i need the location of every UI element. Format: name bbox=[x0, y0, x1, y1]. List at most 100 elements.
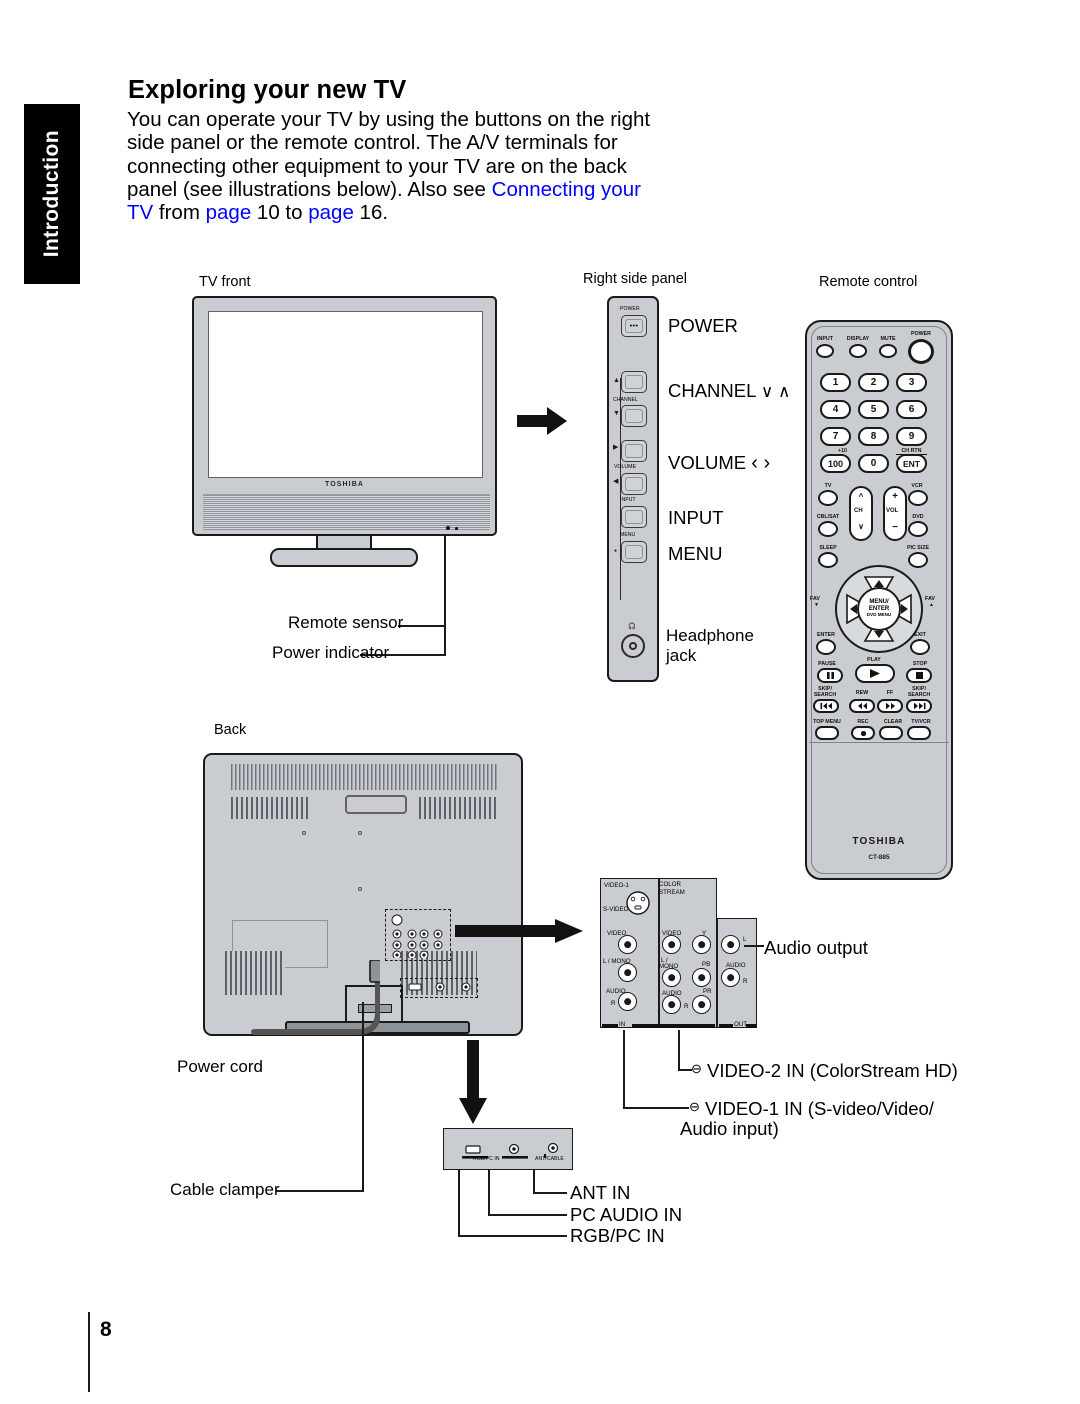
remote-brand-logo: TOSHIBA bbox=[852, 836, 906, 847]
cs-pb-jack bbox=[692, 968, 711, 987]
link-page-16-word[interactable]: page bbox=[308, 201, 354, 224]
intro-paragraph: You can operate your TV by using the but… bbox=[127, 108, 672, 224]
remote-cbl-sat-label: CBL/SAT bbox=[816, 514, 840, 520]
tv-back-top-vent bbox=[231, 764, 499, 790]
side-panel-menu-button[interactable] bbox=[621, 541, 647, 563]
tv-front-stand-base bbox=[270, 548, 418, 567]
remote-key-4[interactable]: 4 bbox=[820, 400, 851, 419]
callout-line-cable-clamper-vertical bbox=[362, 1002, 364, 1192]
channel-up-chevron-icon: ^ bbox=[858, 492, 864, 501]
remote-cbl-sat-button[interactable] bbox=[818, 521, 838, 537]
headphone-icon: 🎧 bbox=[628, 623, 636, 630]
callout-line-ant-horizontal bbox=[533, 1192, 567, 1194]
callout-line-front-vertical bbox=[444, 534, 446, 656]
side-panel-volume-down-button[interactable] bbox=[621, 473, 647, 495]
remote-key-2[interactable]: 2 bbox=[858, 373, 889, 392]
remote-pause-button[interactable] bbox=[817, 668, 843, 683]
side-panel-power-button[interactable]: ••• bbox=[621, 315, 647, 337]
in-bar-left bbox=[602, 1024, 618, 1028]
audio-out-l-label: L bbox=[743, 936, 747, 943]
remote-mute-button[interactable] bbox=[879, 344, 897, 358]
remote-model-number: CT-885 bbox=[868, 854, 890, 861]
remote-key-9[interactable]: 9 bbox=[896, 427, 927, 446]
remote-dvd-label: DVD bbox=[912, 514, 924, 520]
tv-back-screw-3 bbox=[358, 887, 362, 891]
side-panel-channel-down-button[interactable] bbox=[621, 405, 647, 427]
remote-key-3[interactable]: 3 bbox=[896, 373, 927, 392]
remote-power-button[interactable] bbox=[908, 339, 934, 364]
channel-down-chevron-icon: ∨ bbox=[858, 522, 864, 531]
channel-down-arrow-icon: ▼ bbox=[613, 410, 620, 417]
remote-mute-label: MUTE bbox=[880, 336, 896, 342]
remote-dvd-button[interactable] bbox=[908, 521, 928, 537]
power-cord bbox=[251, 960, 380, 1035]
remote-tv-vcr-button[interactable] bbox=[907, 726, 931, 740]
callout-line-pc-audio-vertical bbox=[488, 1170, 490, 1215]
remote-top-menu-label: TOP MENU bbox=[813, 719, 841, 725]
side-panel-volume-up-button[interactable] bbox=[621, 440, 647, 462]
tv-back-handle bbox=[345, 795, 407, 814]
remote-key-8[interactable]: 8 bbox=[858, 427, 889, 446]
caption-tv-front: TV front bbox=[199, 274, 251, 290]
remote-menu-enter-button[interactable]: MENU/ ENTER DVD MENU bbox=[857, 587, 901, 631]
remote-skip-left-line2: SEARCH bbox=[813, 692, 837, 698]
remote-stop-button[interactable] bbox=[906, 668, 932, 683]
remote-clear-button[interactable] bbox=[879, 726, 903, 740]
remote-vcr-button[interactable] bbox=[908, 490, 928, 506]
callout-audio-output: Audio output bbox=[764, 937, 868, 958]
remote-stop-label: STOP bbox=[912, 661, 928, 667]
remote-key-0[interactable]: 0 bbox=[858, 454, 889, 473]
remote-play-label: PLAY bbox=[867, 657, 881, 663]
stop-icon bbox=[915, 672, 923, 679]
skip-back-icon bbox=[820, 702, 832, 710]
annotation-power: POWER bbox=[668, 315, 738, 336]
remote-sleep-label: SLEEP bbox=[819, 545, 837, 551]
remote-play-button[interactable] bbox=[855, 664, 895, 683]
tv-front-speaker-grille bbox=[203, 494, 490, 530]
remote-ff-button[interactable] bbox=[877, 699, 903, 713]
link-page-16-number[interactable]: 16 bbox=[360, 201, 383, 224]
caption-remote-control: Remote control bbox=[819, 274, 918, 290]
remote-key-100[interactable]: 100 bbox=[820, 454, 851, 473]
callout-ant-in: ANT IN bbox=[570, 1182, 631, 1203]
remote-tv-button[interactable] bbox=[818, 490, 838, 506]
remote-input-button[interactable] bbox=[816, 344, 834, 358]
callout-line-rgb-pc-vertical bbox=[458, 1170, 460, 1236]
remote-key-1[interactable]: 1 bbox=[820, 373, 851, 392]
callout-video1-in-line2: Audio input) bbox=[680, 1118, 779, 1139]
remote-key-5[interactable]: 5 bbox=[858, 400, 889, 419]
cs-video-jack bbox=[662, 935, 681, 954]
remote-skip-forward-button[interactable] bbox=[906, 699, 932, 713]
tv-front-illustration: TOSHIBA bbox=[192, 296, 497, 567]
remote-display-button[interactable] bbox=[849, 344, 867, 358]
callout-line-remote-sensor bbox=[398, 625, 446, 627]
fav-up-arrow-icon: ▲ bbox=[929, 602, 934, 608]
link-page-10-word[interactable]: page bbox=[206, 201, 252, 224]
side-panel-channel-up-button[interactable] bbox=[621, 371, 647, 393]
cs-pb-label: PB bbox=[702, 961, 711, 968]
remote-rew-button[interactable] bbox=[849, 699, 875, 713]
remote-power-label: POWER bbox=[910, 331, 931, 337]
remote-rec-button[interactable] bbox=[851, 726, 875, 740]
remote-key-7[interactable]: 7 bbox=[820, 427, 851, 446]
remote-enter-label: ENTER bbox=[817, 632, 835, 638]
callout-remote-sensor: Remote sensor bbox=[288, 613, 404, 632]
remote-top-menu-button[interactable] bbox=[815, 726, 839, 740]
annotation-menu: MENU bbox=[668, 543, 723, 564]
video1-audio-r-jack bbox=[618, 992, 637, 1011]
link-page-10-number[interactable]: 10 bbox=[257, 201, 280, 224]
side-panel-channel-down-inner bbox=[625, 409, 643, 423]
remote-skip-back-button[interactable] bbox=[813, 699, 839, 713]
remote-exit-button[interactable] bbox=[910, 639, 930, 655]
callout-line-video1-horizontal bbox=[623, 1107, 689, 1109]
jack-symbol-icon-2: ⊖ bbox=[689, 1099, 700, 1114]
intro-text-part4: . bbox=[382, 201, 389, 225]
remote-enter-button[interactable] bbox=[816, 639, 836, 655]
side-panel-input-button[interactable] bbox=[621, 506, 647, 528]
remote-key-ent[interactable]: ENT bbox=[896, 454, 927, 473]
callout-video1-in-line1: VIDEO-1 IN (S-video/Video/ bbox=[705, 1098, 934, 1119]
footer-rule bbox=[88, 1312, 90, 1392]
remote-key-6[interactable]: 6 bbox=[896, 400, 927, 419]
side-panel-power-mini-label: POWER bbox=[620, 306, 640, 312]
cs-pr-jack bbox=[692, 995, 711, 1014]
